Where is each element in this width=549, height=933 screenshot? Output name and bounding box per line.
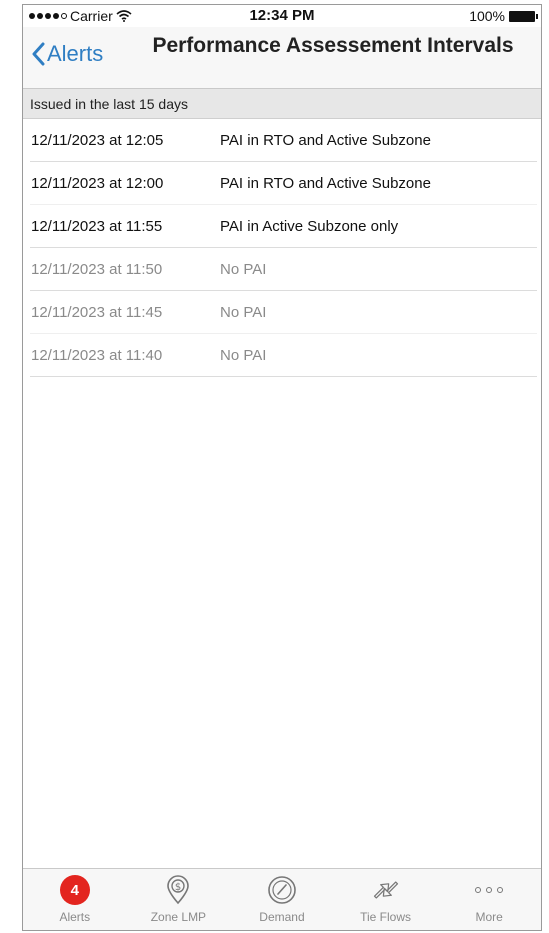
tab-label: More bbox=[475, 910, 503, 924]
alert-time: 12/11/2023 at 11:40 bbox=[31, 346, 163, 364]
tab-bar: 4 Alerts $ Zone LMP Demand Tie Flows Mor… bbox=[23, 868, 541, 930]
tab-demand[interactable]: Demand bbox=[230, 869, 334, 930]
alert-time: 12/11/2023 at 12:05 bbox=[31, 131, 164, 149]
navigation-bar: Alerts Performance Assessement Intervals bbox=[23, 27, 541, 89]
map-pin-dollar-icon: $ bbox=[167, 875, 190, 905]
tab-icon-wrap bbox=[474, 875, 504, 905]
alert-description: No PAI bbox=[220, 303, 267, 321]
tab-more[interactable]: More bbox=[437, 869, 541, 930]
tab-label: Demand bbox=[259, 910, 305, 924]
alert-time: 12/11/2023 at 11:50 bbox=[31, 260, 163, 278]
tab-tie-flows[interactable]: Tie Flows bbox=[334, 869, 438, 930]
alert-time: 12/11/2023 at 11:45 bbox=[31, 303, 163, 321]
phone-screen: Carrier 12:34 PM 100% Alerts Performance… bbox=[22, 4, 542, 931]
tab-label: Alerts bbox=[59, 910, 91, 924]
alert-row[interactable]: 12/11/2023 at 11:50 No PAI bbox=[30, 248, 537, 291]
page-title: Performance Assessement Intervals bbox=[152, 34, 514, 57]
battery-icon bbox=[509, 10, 538, 22]
gauge-icon bbox=[268, 876, 296, 904]
tab-alerts[interactable]: 4 Alerts bbox=[23, 869, 127, 930]
svg-text:$: $ bbox=[175, 882, 181, 893]
back-button[interactable]: Alerts bbox=[31, 41, 103, 67]
alert-description: PAI in RTO and Active Subzone bbox=[220, 174, 431, 192]
back-button-label: Alerts bbox=[47, 41, 104, 66]
alert-description: PAI in Active Subzone only bbox=[220, 217, 399, 235]
status-time: 12:34 PM bbox=[249, 7, 315, 24]
tab-icon-wrap bbox=[371, 875, 401, 905]
battery-percentage: 100% bbox=[469, 8, 505, 24]
alert-row[interactable]: 12/11/2023 at 11:55 PAI in Active Subzon… bbox=[30, 205, 537, 248]
status-right: 100% bbox=[469, 8, 538, 24]
arrows-exchange-icon bbox=[373, 881, 398, 899]
alert-badge-icon: 4 bbox=[59, 875, 90, 905]
alert-row[interactable]: 12/11/2023 at 12:05 PAI in RTO and Activ… bbox=[30, 119, 537, 162]
alert-description: No PAI bbox=[220, 346, 267, 364]
more-dots-icon bbox=[475, 887, 504, 893]
tab-label: Zone LMP bbox=[150, 910, 207, 924]
alert-time: 12/11/2023 at 11:55 bbox=[31, 217, 163, 235]
alerts-count-badge: 4 bbox=[59, 875, 90, 905]
tab-zone-lmp[interactable]: $ Zone LMP bbox=[127, 869, 231, 930]
tab-label: Tie Flows bbox=[360, 910, 412, 924]
section-header: Issued in the last 15 days bbox=[23, 89, 541, 119]
tab-icon-wrap: $ bbox=[163, 875, 193, 905]
alert-row[interactable]: 12/11/2023 at 11:40 No PAI bbox=[30, 334, 537, 377]
alert-time: 12/11/2023 at 12:00 bbox=[31, 174, 164, 192]
alert-row[interactable]: 12/11/2023 at 11:45 No PAI bbox=[30, 291, 537, 334]
alert-list: 12/11/2023 at 12:05 PAI in RTO and Activ… bbox=[30, 119, 537, 377]
tab-icon-wrap bbox=[267, 875, 297, 905]
chevron-left-icon bbox=[32, 42, 45, 66]
alert-row[interactable]: 12/11/2023 at 12:00 PAI in RTO and Activ… bbox=[30, 162, 537, 205]
alert-description: No PAI bbox=[220, 260, 267, 278]
alert-description: PAI in RTO and Active Subzone bbox=[220, 131, 431, 149]
status-bar: Carrier 12:34 PM 100% bbox=[23, 5, 541, 27]
